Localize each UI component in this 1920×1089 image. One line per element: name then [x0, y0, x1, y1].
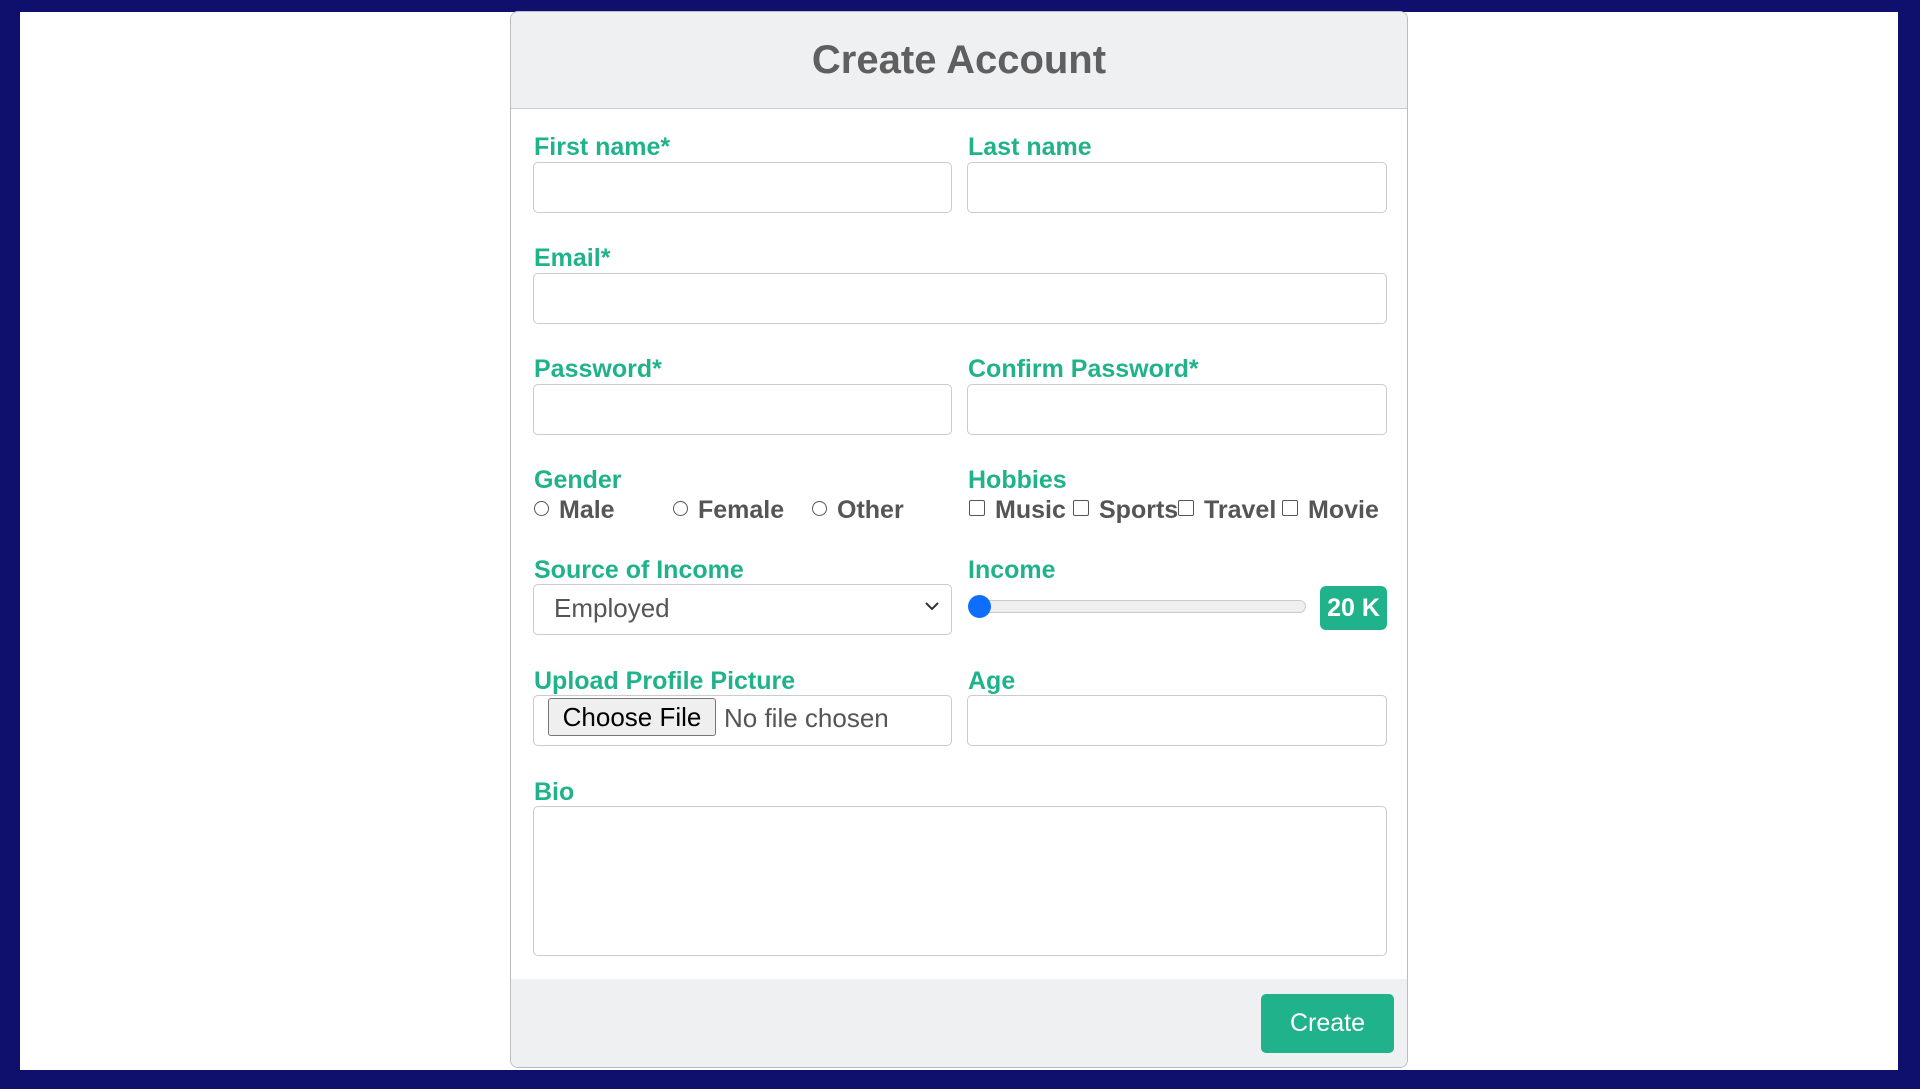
create-button[interactable]: Create	[1261, 994, 1394, 1053]
email-label: Email*	[534, 244, 611, 272]
male-radio[interactable]	[534, 500, 549, 516]
age-input[interactable]	[967, 695, 1387, 746]
page-title: Create Account	[811, 37, 1107, 82]
hobby-option-label: Sports	[1099, 496, 1179, 524]
hobby-option-label: Travel	[1204, 496, 1277, 524]
upload-profile-picture-label: Upload Profile Picture	[534, 667, 796, 695]
gender-option-label: Other	[837, 496, 904, 524]
hobby-option-music[interactable]: Music	[969, 495, 1066, 525]
last-name-label: Last name	[968, 133, 1092, 161]
income-slider-thumb[interactable]	[968, 595, 991, 618]
last-name-input[interactable]	[967, 162, 1387, 213]
travel-checkbox[interactable]	[1178, 500, 1194, 516]
first-name-label: First name*	[534, 133, 671, 161]
profile-picture-file-input[interactable]: Choose File No file chosen	[533, 695, 952, 746]
selected-option: Employed	[554, 593, 670, 623]
choose-file-button[interactable]: Choose File	[548, 698, 716, 736]
password-label: Password*	[534, 355, 662, 383]
gender-label: Gender	[534, 466, 622, 494]
female-radio[interactable]	[673, 500, 688, 516]
gender-option-label: Male	[559, 496, 615, 524]
email-input[interactable]	[533, 273, 1387, 324]
password-input[interactable]	[533, 384, 952, 435]
other-radio[interactable]	[812, 500, 827, 516]
sports-checkbox[interactable]	[1073, 500, 1089, 516]
movie-checkbox[interactable]	[1282, 500, 1298, 516]
source-of-income-label: Source of Income	[534, 556, 744, 584]
music-checkbox[interactable]	[969, 500, 985, 516]
bio-label: Bio	[534, 778, 575, 806]
card-header: Create Account	[511, 12, 1407, 109]
gender-option-other[interactable]: Other	[812, 495, 904, 525]
hobby-option-travel[interactable]: Travel	[1178, 495, 1276, 525]
hobby-option-label: Movie	[1308, 496, 1379, 524]
bio-textarea[interactable]	[533, 806, 1387, 956]
hobby-option-label: Music	[995, 496, 1066, 524]
file-status-text: No file chosen	[724, 703, 889, 733]
gender-option-label: Female	[698, 496, 785, 524]
income-label: Income	[968, 556, 1056, 584]
confirm-password-label: Confirm Password*	[968, 355, 1199, 383]
income-slider-track[interactable]	[970, 600, 1306, 613]
first-name-input[interactable]	[533, 162, 952, 213]
hobbies-label: Hobbies	[968, 466, 1067, 494]
source-of-income-select[interactable]: Employed	[533, 584, 952, 635]
hobby-option-sports[interactable]: Sports	[1073, 495, 1178, 525]
hobby-option-movie[interactable]: Movie	[1282, 495, 1379, 525]
income-value-badge: 20 K	[1320, 586, 1387, 630]
gender-option-female[interactable]: Female	[673, 495, 784, 525]
chevron-down-icon	[925, 602, 939, 611]
gender-option-male[interactable]: Male	[534, 495, 615, 525]
age-label: Age	[968, 667, 1016, 695]
confirm-password-input[interactable]	[967, 384, 1387, 435]
